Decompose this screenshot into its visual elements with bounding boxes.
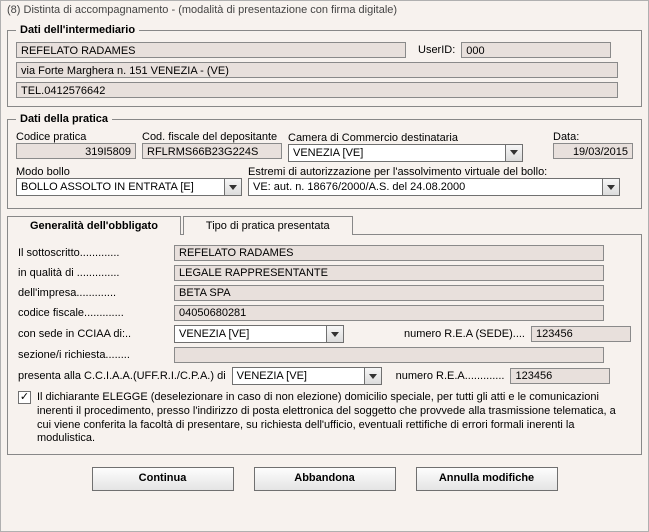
sede-cciaa-label: con sede in CCIAA di:.. bbox=[18, 328, 168, 340]
tab-tipo-pratica[interactable]: Tipo di pratica presentata bbox=[183, 216, 353, 235]
qualita-label: in qualità di .............. bbox=[18, 267, 168, 279]
chevron-down-icon[interactable] bbox=[326, 326, 343, 342]
presenta-label: presenta alla C.C.I.A.A.(UFF.R.I./C.P.A.… bbox=[18, 370, 226, 382]
tab-body-generalita: Il sottoscritto............. REFELATO RA… bbox=[7, 234, 642, 455]
data-label: Data: bbox=[553, 131, 633, 143]
group-intermediario: Dati dell'intermediario REFELATO RADAMES… bbox=[7, 24, 642, 107]
rea-input[interactable]: 123456 bbox=[510, 368, 610, 384]
codice-pratica-value: 319I5809 bbox=[16, 143, 136, 159]
window-title: (8) Distinta di accompagnamento - (modal… bbox=[1, 1, 648, 22]
tab-generalita[interactable]: Generalità dell'obbligato bbox=[7, 216, 181, 235]
impresa-input[interactable]: BETA SPA bbox=[174, 285, 604, 301]
codice-pratica-label: Codice pratica bbox=[16, 131, 136, 143]
impresa-label: dell'impresa............. bbox=[18, 287, 168, 299]
intermediary-name: REFELATO RADAMES bbox=[16, 42, 406, 58]
elegge-checkbox[interactable] bbox=[18, 391, 31, 404]
estremi-label: Estremi di autorizzazione per l'assolvim… bbox=[248, 166, 633, 178]
legend-pratica: Dati della pratica bbox=[16, 113, 112, 125]
sezione-input[interactable] bbox=[174, 347, 604, 363]
sottoscritto-input[interactable]: REFELATO RADAMES bbox=[174, 245, 604, 261]
codice-fiscale-input[interactable]: 04050680281 bbox=[174, 305, 604, 321]
sottoscritto-label: Il sottoscritto............. bbox=[18, 247, 168, 259]
chevron-down-icon[interactable] bbox=[602, 179, 619, 195]
main-window: (8) Distinta di accompagnamento - (modal… bbox=[0, 0, 649, 532]
sede-cciaa-value: VENEZIA [VE] bbox=[175, 326, 326, 342]
group-pratica: Dati della pratica Codice pratica 319I58… bbox=[7, 113, 642, 209]
chevron-down-icon[interactable] bbox=[505, 145, 522, 161]
annulla-modifiche-button[interactable]: Annulla modifiche bbox=[416, 467, 558, 491]
qualita-input[interactable]: LEGALE RAPPRESENTANTE bbox=[174, 265, 604, 281]
chevron-down-icon[interactable] bbox=[224, 179, 241, 195]
chevron-down-icon[interactable] bbox=[364, 368, 381, 384]
rea-sede-input[interactable]: 123456 bbox=[531, 326, 631, 342]
continua-button[interactable]: Continua bbox=[92, 467, 234, 491]
elegge-declaration-text: Il dichiarante ELEGGE (deselezionare in … bbox=[37, 391, 631, 446]
modo-bollo-combo[interactable]: BOLLO ASSOLTO IN ENTRATA [E] bbox=[16, 178, 242, 196]
camera-commercio-label: Camera di Commercio destinataria bbox=[288, 132, 547, 144]
intermediary-address: via Forte Marghera n. 151 VENEZIA - (VE) bbox=[16, 62, 618, 78]
camera-commercio-value: VENEZIA [VE] bbox=[289, 145, 505, 161]
presenta-combo[interactable]: VENEZIA [VE] bbox=[232, 367, 382, 385]
modo-bollo-value: BOLLO ASSOLTO IN ENTRATA [E] bbox=[17, 179, 224, 195]
rea-label: numero R.E.A............. bbox=[396, 370, 505, 382]
data-value: 19/03/2015 bbox=[553, 143, 633, 159]
presenta-value: VENEZIA [VE] bbox=[233, 368, 364, 384]
abbandona-button[interactable]: Abbandona bbox=[254, 467, 396, 491]
codice-fiscale-label: codice fiscale............. bbox=[18, 307, 168, 319]
userid-label: UserID: bbox=[418, 44, 455, 56]
intermediary-phone: TEL.0412576642 bbox=[16, 82, 618, 98]
camera-commercio-combo[interactable]: VENEZIA [VE] bbox=[288, 144, 523, 162]
modo-bollo-label: Modo bollo bbox=[16, 166, 242, 178]
estremi-combo[interactable]: VE: aut. n. 18676/2000/A.S. del 24.08.20… bbox=[248, 178, 620, 196]
sede-cciaa-combo[interactable]: VENEZIA [VE] bbox=[174, 325, 344, 343]
cod-fiscale-dep-label: Cod. fiscale del depositante bbox=[142, 131, 282, 143]
rea-sede-label: numero R.E.A (SEDE).... bbox=[404, 328, 525, 340]
tabstrip: Generalità dell'obbligato Tipo di pratic… bbox=[7, 215, 642, 234]
footer-buttons: Continua Abbandona Annulla modifiche bbox=[1, 461, 648, 499]
sezione-label: sezione/i richiesta........ bbox=[18, 349, 168, 361]
userid-value: 000 bbox=[461, 42, 611, 58]
estremi-value: VE: aut. n. 18676/2000/A.S. del 24.08.20… bbox=[249, 179, 602, 195]
cod-fiscale-dep-value: RFLRMS66B23G224S bbox=[142, 143, 282, 159]
legend-intermediario: Dati dell'intermediario bbox=[16, 24, 139, 36]
